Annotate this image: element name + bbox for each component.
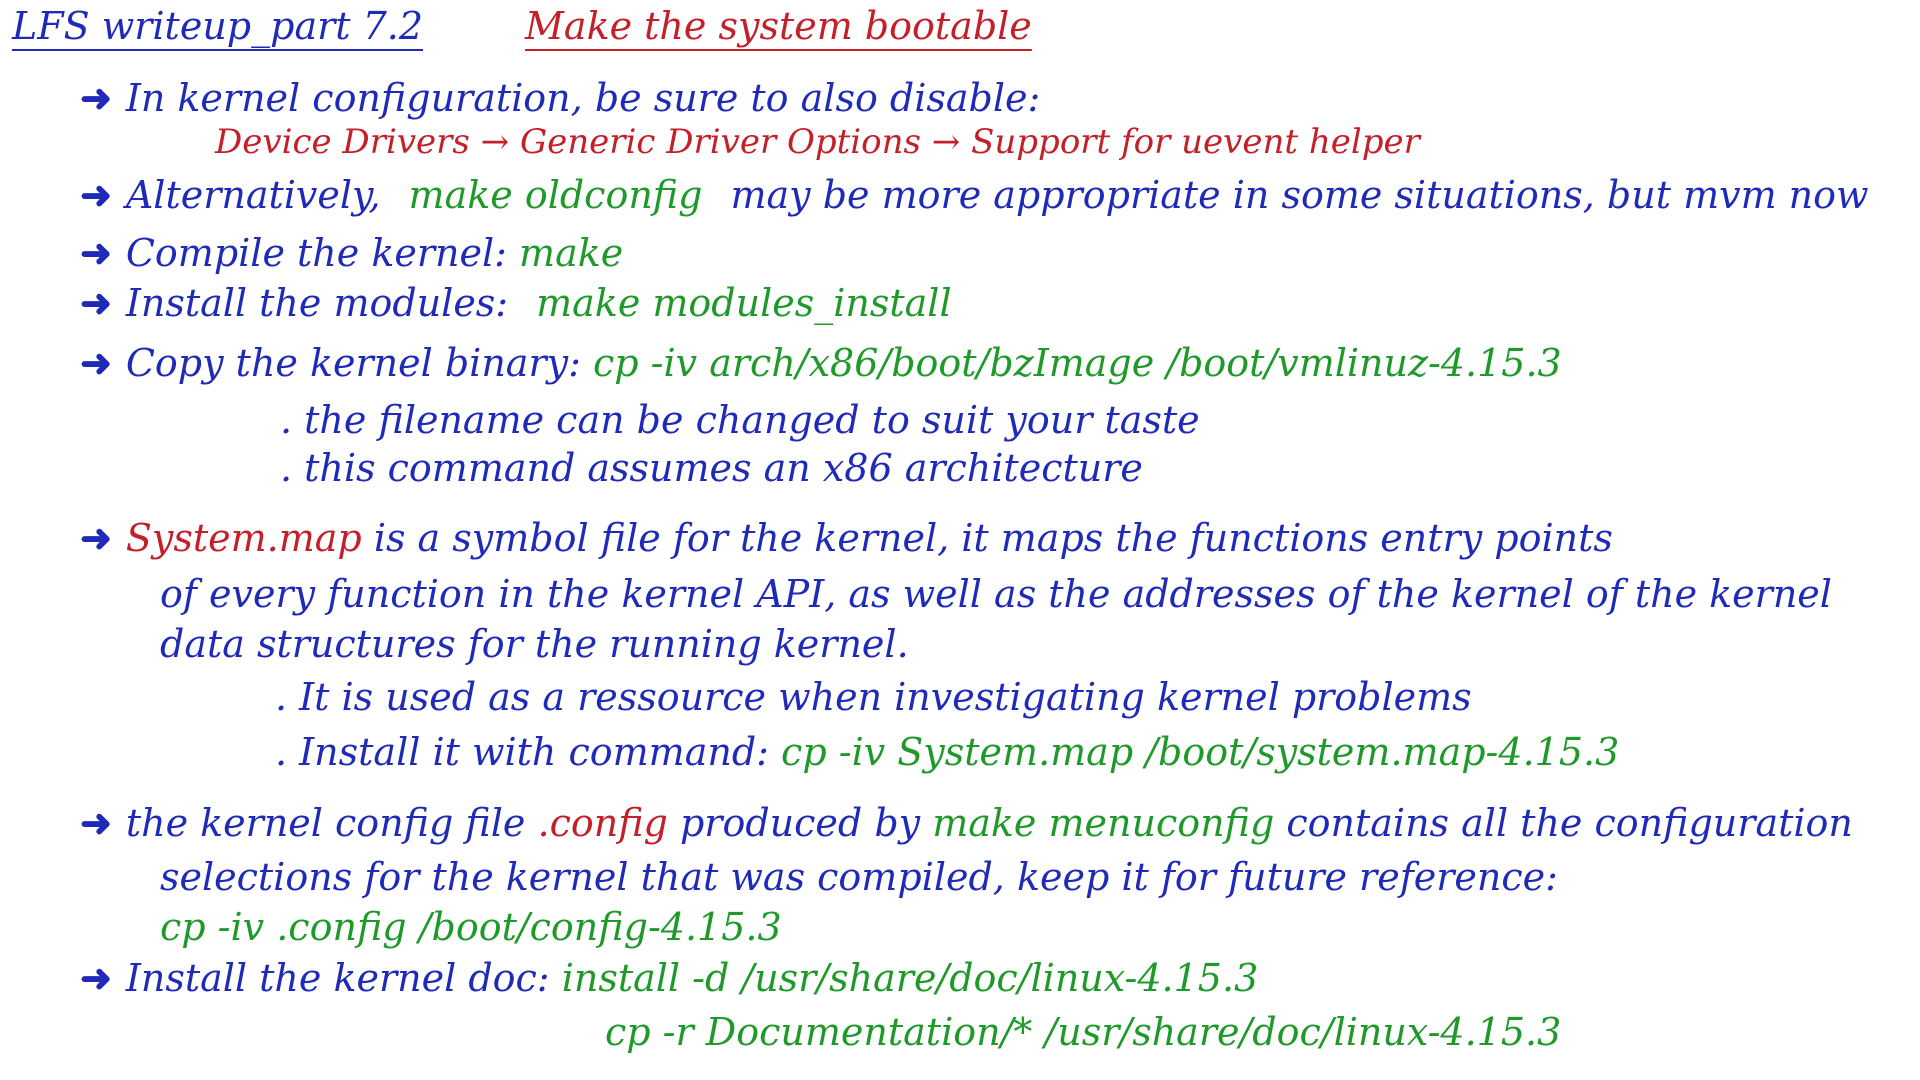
arrow-icon: ➜ — [80, 955, 112, 1000]
config-path: Device Drivers → Generic Driver Options … — [215, 122, 1420, 162]
note-text: of every function in the kernel API, as … — [160, 572, 1832, 616]
command-text: install -d /usr/share/doc/linux-4.15.3 — [561, 956, 1259, 1000]
note-text: Install the kernel doc: — [125, 956, 550, 1000]
note-system-map: ➜ System.map is a symbol file for the ker… — [80, 515, 1613, 562]
note-text: produced by — [679, 801, 921, 845]
note-text: contains all the configuration — [1286, 801, 1853, 845]
note-config-file: ➜ the kernel config file .config produced… — [80, 800, 1853, 847]
note-text: may be more appropriate in some situatio… — [730, 173, 1869, 217]
note-oldconfig: ➜ Alternatively, make oldconfig may be more… — [80, 172, 1869, 219]
page-title: LFS writeup_part 7.2 — [12, 4, 424, 48]
arrow-icon: ➜ — [80, 172, 112, 217]
note-text: Alternatively, — [125, 173, 381, 217]
note-text: the kernel config file — [125, 801, 526, 845]
note-install-modules: ➜ Install the modules: make modules_instal… — [80, 280, 952, 327]
note-compile: ➜ Compile the kernel: make — [80, 230, 623, 277]
note-text: In kernel configuration, be sure to also… — [125, 76, 1041, 120]
sub-note: . the filename can be changed to suit yo… — [280, 398, 1200, 442]
note-kernel-config: ➜ In kernel configuration, be sure to als… — [80, 75, 1040, 122]
note-text: data structures for the running kernel. — [160, 622, 909, 666]
arrow-icon: ➜ — [80, 280, 112, 325]
arrow-icon: ➜ — [80, 800, 112, 845]
command-text: cp -iv .config /boot/config-4.15.3 — [160, 905, 782, 949]
arrow-icon: ➜ — [80, 515, 112, 560]
note-text: Install the modules: — [125, 281, 509, 325]
command-text: make menuconfig — [932, 801, 1275, 845]
arrow-icon: ➜ — [80, 230, 112, 275]
term-text: System.map — [125, 516, 362, 560]
note-text: . Install it with command: — [275, 730, 769, 774]
arrow-icon: ➜ — [80, 75, 112, 120]
note-text: Copy the kernel binary: — [125, 341, 581, 385]
command-text: make modules_install — [536, 281, 952, 325]
page-subtitle: Make the system bootable — [525, 4, 1032, 48]
sub-note: . It is used as a ressource when investi… — [275, 675, 1472, 719]
command-text: cp -iv System.map /boot/system.map-4.15.… — [781, 730, 1620, 774]
note-copy-kernel: ➜ Copy the kernel binary: cp -iv arch/x86… — [80, 340, 1562, 387]
command-text: cp -iv arch/x86/boot/bzImage /boot/vmlin… — [593, 341, 1562, 385]
note-text: is a symbol file for the kernel, it maps… — [373, 516, 1613, 560]
note-text: selections for the kernel that was compi… — [160, 855, 1558, 899]
arrow-icon: ➜ — [80, 340, 112, 385]
sub-note: . this command assumes an x86 architectu… — [280, 446, 1143, 490]
command-text: make — [519, 231, 624, 275]
command-text: cp -r Documentation/* /usr/share/doc/lin… — [605, 1010, 1562, 1054]
term-text: .config — [537, 801, 668, 845]
note-install-doc: ➜ Install the kernel doc: install -d /usr… — [80, 955, 1258, 1002]
note-text: Compile the kernel: — [125, 231, 507, 275]
sub-note-install: . Install it with command: cp -iv System… — [275, 730, 1619, 776]
command-text: make oldconfig — [408, 173, 703, 217]
